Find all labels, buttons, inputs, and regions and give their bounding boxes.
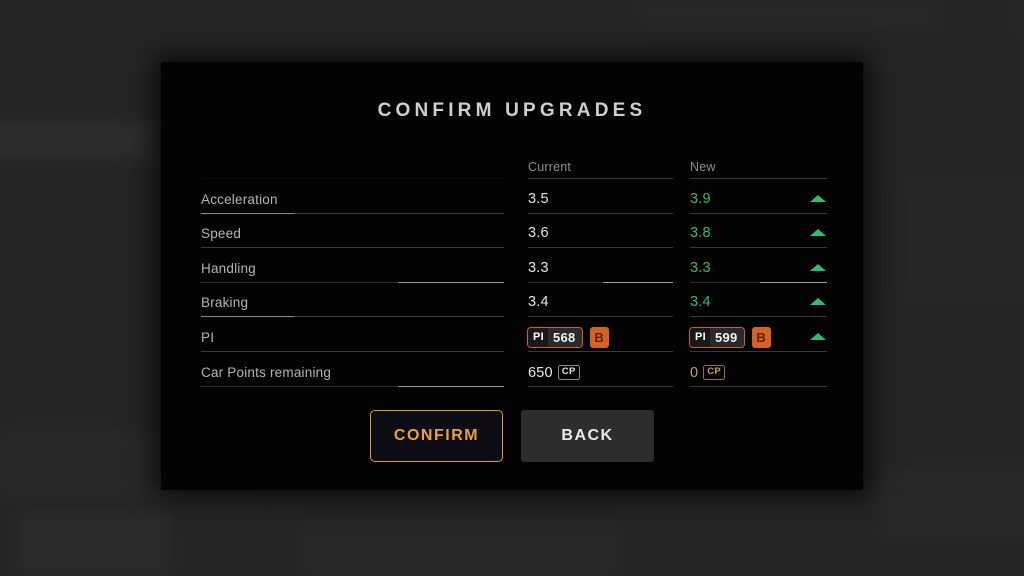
table-header-row: Current New [196,156,830,179]
background-plate [900,180,1024,300]
page-title: CONFIRM UPGRADES [377,100,647,121]
background-plate [20,510,170,576]
background-plate [640,0,940,28]
table-row: Handling 3.3 3.3 [196,248,830,283]
arrow-up-icon [810,263,826,271]
stat-new: 3.9 [690,190,711,207]
background-plate [0,120,160,160]
stat-current: 3.5 [528,190,549,207]
car-points-value: 0 [690,364,699,381]
confirm-button[interactable]: CONFIRM [370,410,503,462]
table-row-car-points: Car Points remaining 650 CP 0 CP [196,352,830,387]
pi-value-badge: PI 568 [527,326,583,348]
background-plate [1020,0,1024,35]
car-points-new: 0 CP [690,364,726,381]
car-points-value: 650 [528,364,553,381]
arrow-up-icon [810,332,826,340]
background-plate [880,470,1024,540]
row-divider-current [528,385,673,387]
cp-unit-badge: CP [703,365,726,381]
table-row: Speed 3.6 3.8 [196,214,830,249]
stat-label: Handling [201,260,256,276]
table-row: Braking 3.4 3.4 [196,283,830,318]
arrow-up-icon [810,298,826,306]
stat-new: 3.8 [690,225,711,242]
stat-label: Acceleration [201,191,278,207]
stat-label: Car Points remaining [201,364,332,380]
stat-label: PI [201,329,215,345]
pi-value: 568 [548,327,582,347]
stat-current: 3.6 [528,225,549,242]
car-points-current: 650 CP [528,365,580,381]
dialog-actions: CONFIRM BACK [161,410,863,462]
back-button[interactable]: BACK [521,410,654,462]
car-class-badge: B [589,326,609,348]
pi-value: 599 [710,327,744,347]
stat-label: Speed [201,226,242,242]
arrow-up-icon [810,229,826,237]
upgrade-comparison-table: Current New Acceleration 3.5 3.9 Speed 3… [196,156,830,387]
stat-current: 3.3 [528,259,549,276]
column-header-current: Current [528,160,572,174]
stat-label: Braking [201,295,249,311]
car-class-badge: B [751,326,771,348]
column-header-new: New [690,160,716,174]
pi-tag-label: PI [528,327,548,347]
stat-current: 3.4 [528,294,549,311]
arrow-up-icon [810,194,826,202]
pi-badge-new: PI 599 B [689,326,771,348]
background-plate [300,520,620,576]
pi-value-badge: PI 599 [689,326,745,348]
confirm-upgrades-dialog: CONFIRM UPGRADES Current New Acceleratio… [161,62,863,490]
row-divider-new [690,385,827,387]
row-divider-label [201,385,504,387]
stat-new: 3.3 [690,259,711,276]
table-row-pi: PI PI 568 B PI 599 B [196,317,830,352]
stat-new: 3.4 [690,294,711,311]
cp-unit-badge: CP [557,365,580,381]
table-row: Acceleration 3.5 3.9 [196,179,830,214]
pi-tag-label: PI [690,327,710,347]
pi-badge-current: PI 568 B [527,326,609,348]
